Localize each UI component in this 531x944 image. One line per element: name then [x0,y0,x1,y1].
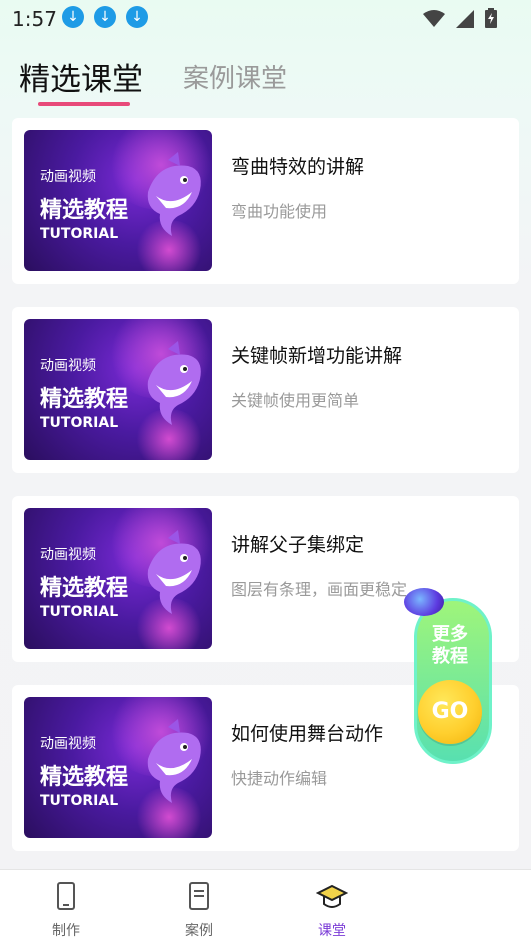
course-thumbnail: 动画视频 精选教程 TUTORIAL [24,697,212,838]
tab-featured[interactable]: 精选课堂 [19,54,143,99]
shark-mascot-icon [147,530,201,614]
nav-label: 案例 [185,923,213,939]
thumbnail-line3: TUTORIAL [40,415,119,431]
course-card[interactable]: 动画视频 精选教程 TUTORIAL 弯曲特效的讲解 弯曲功能使用 [12,118,519,284]
course-subtitle: 弯曲功能使用 [231,202,328,221]
planet-icon [404,588,444,616]
signal-icon [455,10,474,32]
course-subtitle: 快捷动作编辑 [231,769,328,788]
thumbnail-line1: 动画视频 [40,169,96,185]
download-icon: ↓ [126,6,148,28]
course-thumbnail: 动画视频 精选教程 TUTORIAL [24,130,212,271]
course-subtitle: 关键帧使用更简单 [231,391,360,410]
phone-icon [57,882,75,910]
thumbnail-line1: 动画视频 [40,736,96,752]
course-title: 弯曲特效的讲解 [231,156,365,178]
status-bar: 1:57 ↓ ↓ ↓ [0,0,531,36]
course-title: 如何使用舞台动作 [231,723,384,745]
course-title: 讲解父子集绑定 [231,534,365,556]
go-button[interactable]: GO [418,680,482,744]
thumbnail-line2: 精选教程 [40,576,129,601]
thumbnail-line1: 动画视频 [40,358,96,374]
shark-mascot-icon [147,152,201,236]
thumbnail-line2: 精选教程 [40,765,129,790]
promo-line1: 更多 [432,624,468,645]
course-subtitle: 图层有条理，画面更稳定 [231,580,408,599]
shark-mascot-icon [147,341,201,425]
promo-text: 更多 教程 [422,624,478,668]
tab-cases[interactable]: 案例课堂 [183,58,287,95]
more-tutorials-promo[interactable]: 更多 教程 GO [400,588,492,768]
wifi-icon [422,10,445,32]
thumbnail-line1: 动画视频 [40,547,96,563]
download-icon: ↓ [62,6,84,28]
promo-line2: 教程 [432,646,468,667]
document-icon [189,882,209,910]
course-thumbnail: 动画视频 精选教程 TUTORIAL [24,319,212,460]
nav-label: 课堂 [318,923,346,939]
status-time: 1:57 [12,7,57,31]
shark-mascot-icon [147,719,201,803]
battery-icon [485,8,497,32]
system-icons [417,8,497,32]
thumbnail-line2: 精选教程 [40,387,129,412]
nav-label: 制作 [52,923,80,939]
tab-bar: 精选课堂 案例课堂 [0,50,531,110]
thumbnail-line3: TUTORIAL [40,604,119,620]
course-thumbnail: 动画视频 精选教程 TUTORIAL [24,508,212,649]
thumbnail-line2: 精选教程 [40,198,129,223]
nav-item-classroom[interactable]: 课堂 [287,880,377,940]
graduation-cap-icon [315,884,349,908]
thumbnail-line3: TUTORIAL [40,226,119,242]
thumbnail-line3: TUTORIAL [40,793,119,809]
course-title: 关键帧新增功能讲解 [231,345,403,367]
nav-item-create[interactable]: 制作 [21,880,111,940]
nav-item-cases[interactable]: 案例 [154,880,244,940]
bottom-nav: 制作 案例 课堂 [0,869,531,944]
course-card[interactable]: 动画视频 精选教程 TUTORIAL 关键帧新增功能讲解 关键帧使用更简单 [12,307,519,473]
download-icon: ↓ [94,6,116,28]
active-tab-indicator [38,102,130,106]
